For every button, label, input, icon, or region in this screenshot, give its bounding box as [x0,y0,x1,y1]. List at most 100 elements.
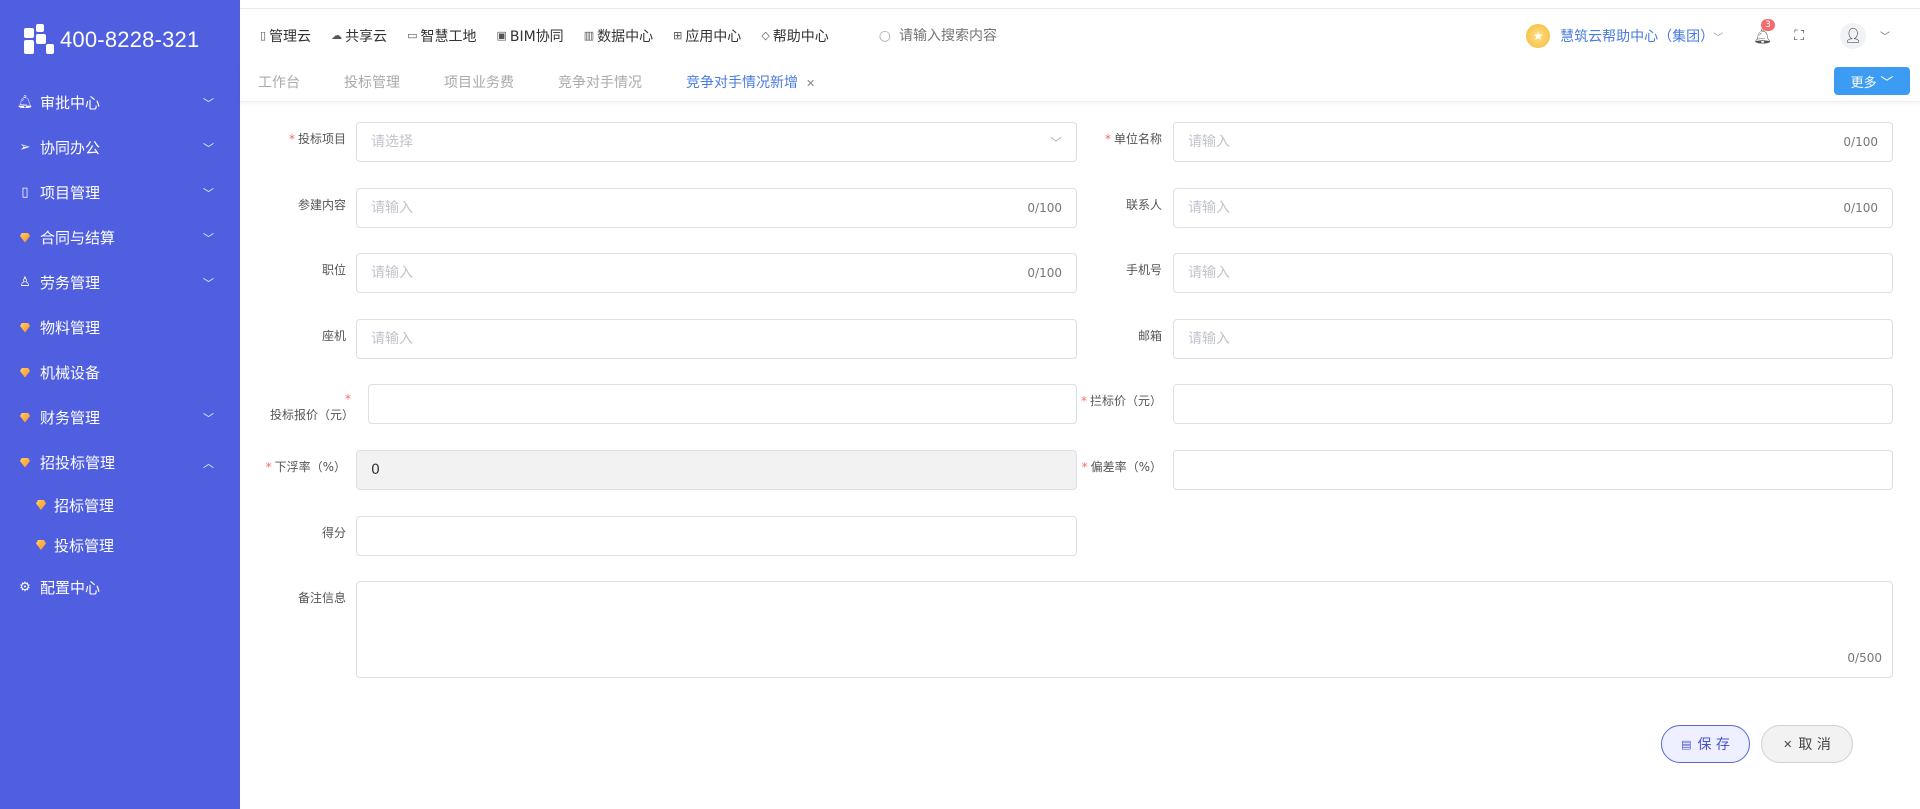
nav-smart-site[interactable]: ▭ 智慧工地 [407,26,476,46]
sidebar-item-finance[interactable]: 财务管理 ﹀ [0,395,240,440]
gem-icon [16,367,34,378]
search-icon: ○ [878,27,891,44]
doc-icon: ▯ [260,29,267,42]
bid-price-field[interactable] [368,384,1077,424]
ceiling-price-input[interactable] [1188,396,1878,412]
remarks-textarea[interactable] [357,582,1892,677]
bell-icon: 🔔︎ [16,95,34,110]
label-remarks: 备注信息 [297,591,346,605]
position-field[interactable]: 0/100 [356,253,1077,293]
landline-field[interactable] [356,319,1077,359]
sidebar-item-material[interactable]: 物料管理 [0,305,240,350]
book-icon: ▭ [407,29,418,42]
sidebar-subitem-bid[interactable]: 投标管理 [0,525,240,565]
tab-competitor-new[interactable]: 竞争对手情况新增 ✕ [686,72,815,92]
chevron-up-icon: ︿ [203,456,214,470]
nav-management-cloud[interactable]: ▯ 管理云 [260,26,311,46]
close-icon: ✕ [1783,737,1793,751]
unit-name-input[interactable] [1188,134,1844,150]
sidebar-item-labor[interactable]: ♙ 劳务管理 ﹀ [0,260,240,305]
label-deviation-rate: * 偏差率（%） [1081,460,1162,474]
participation-field[interactable]: 0/100 [356,188,1077,228]
send-icon: ➢ [19,140,31,155]
label-participation: 参建内容 [297,198,346,212]
mobile-field[interactable] [1173,253,1893,293]
sidebar-item-contract[interactable]: 合同与结算 ﹀ [0,215,240,260]
landline-input[interactable] [371,331,1062,347]
brand-phone: 400-8228-321 [60,27,200,52]
tab-workbench[interactable]: 工作台 [258,72,300,92]
gear-icon: ⚙ [19,580,31,595]
gem-icon [16,412,34,423]
contact-field[interactable]: 0/100 [1173,188,1893,228]
nav-app-center[interactable]: ⊞ 应用中心 [673,26,741,46]
book-icon: ▯ [21,185,29,200]
label-ceiling-price: * 拦标价（元） [1080,394,1162,408]
gem-icon [32,540,50,550]
tab-bid-management[interactable]: 投标管理 [344,72,400,92]
fullscreen-icon[interactable]: ⛶ [1794,28,1804,44]
sidebar-item-approval[interactable]: 🔔︎ 审批中心 ﹀ [0,80,240,125]
chevron-down-icon: ﹀ [203,276,214,290]
remarks-box: 0/500 [356,581,1893,678]
chevron-down-icon: ﹀ [1049,135,1062,150]
sidebar-item-bidding[interactable]: 招投标管理 ︿ [0,440,240,485]
char-counter: 0/100 [1843,201,1878,215]
cancel-button[interactable]: ✕ 取 消 [1761,725,1853,763]
tab-project-fees[interactable]: 项目业务费 [444,72,514,92]
bid-price-input[interactable] [383,396,1062,412]
label-email: 邮箱 [1137,329,1162,343]
user-icon: ♙ [19,275,31,290]
label-position: 职位 [321,263,346,277]
search-box: ○ [878,27,1119,44]
position-input[interactable] [371,265,1028,281]
label-bid-price: *投标报价（元） [269,392,354,422]
help-center-link[interactable]: 慧筑云帮助中心（集团） ﹀ [1560,26,1723,46]
chevron-down-icon: ﹀ [1713,32,1724,44]
sidebar-item-project[interactable]: ▯ 项目管理 ﹀ [0,170,240,215]
nav-shared-cloud[interactable]: ☁ 共享云 [331,26,387,46]
sidebar-item-collab[interactable]: ➢ 协同办公 ﹀ [0,125,240,170]
char-counter: 0/100 [1027,201,1062,215]
gem-icon [16,322,34,333]
bid-project-select[interactable]: ﹀ [356,122,1077,162]
char-counter: 0/500 [1847,651,1882,665]
deviation-rate-input[interactable] [1188,462,1878,478]
bar-chart-icon: ▥ [583,29,595,42]
email-field[interactable] [1173,319,1893,359]
gem-icon [16,232,34,243]
save-button[interactable]: ▤ 保 存 [1661,725,1750,763]
nav-bim[interactable]: ▣ BIM协同 [496,26,563,46]
float-rate-field [356,450,1077,490]
participation-input[interactable] [371,200,1028,216]
nav-help-center[interactable]: ◇ 帮助中心 [761,26,828,46]
mobile-input[interactable] [1188,265,1878,281]
score-field[interactable] [356,516,1077,556]
sidebar: 400-8228-321 🔔︎ 审批中心 ﹀ ➢ 协同办公 ﹀ ▯ 项目管理 ﹀… [0,0,240,809]
nav-data-center[interactable]: ▥ 数据中心 [584,26,653,46]
logo[interactable]: 400-8228-321 [0,0,240,80]
bid-project-input[interactable] [371,134,1050,150]
chevron-down-icon[interactable]: ﹀ [1880,28,1890,43]
sidebar-subitem-tender[interactable]: 招标管理 [0,485,240,525]
search-input[interactable] [899,27,1119,44]
score-input[interactable] [371,528,1062,544]
deviation-rate-field[interactable] [1173,450,1893,490]
avatar[interactable]: 👤︎ [1840,22,1866,49]
tab-competitors[interactable]: 竞争对手情况 [558,72,642,92]
char-counter: 0/100 [1843,135,1878,149]
gem-icon [32,500,50,510]
contact-input[interactable] [1188,200,1844,216]
more-button[interactable]: 更多 ﹀ [1834,67,1910,95]
ceiling-price-field[interactable] [1173,384,1893,424]
gem-icon [16,457,34,468]
page-tabs: 工作台 投标管理 项目业务费 竞争对手情况 竞争对手情况新增 ✕ 更多 ﹀ [240,62,1920,102]
label-score: 得分 [321,526,346,540]
notification-bell[interactable]: 🔔︎ 3 [1753,18,1775,45]
label-landline: 座机 [321,329,346,343]
sidebar-item-machinery[interactable]: 机械设备 [0,350,240,395]
email-input[interactable] [1188,331,1878,347]
sidebar-item-config[interactable]: ⚙ 配置中心 [0,565,240,610]
unit-name-field[interactable]: 0/100 [1173,122,1893,162]
close-icon[interactable]: ✕ [806,77,815,90]
